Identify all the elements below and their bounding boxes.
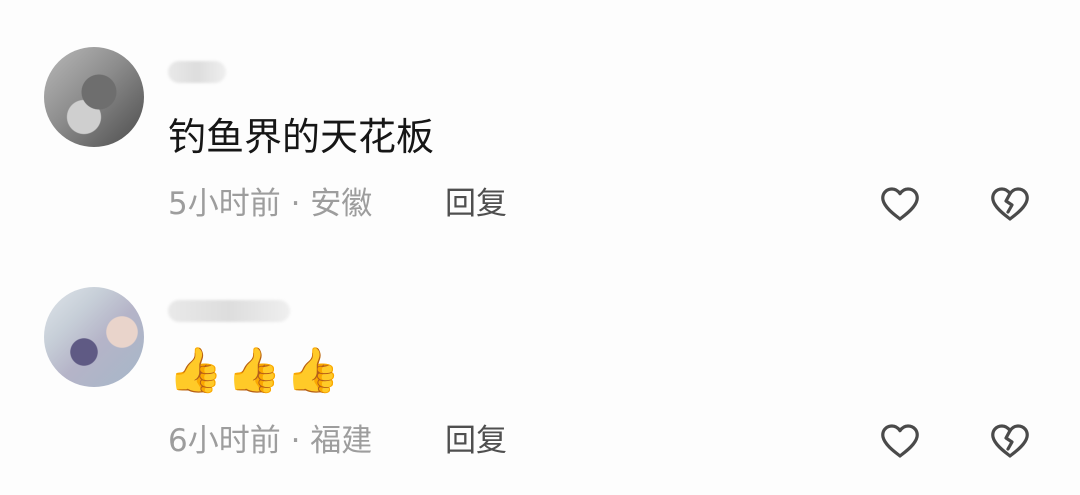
comment-item-2: 👍👍👍 6小时前 · 福建 回复 [0, 236, 1080, 459]
comment-text: 钓鱼界的天花板 [168, 115, 435, 159]
broken-heart-icon[interactable] [987, 418, 1033, 464]
avatar[interactable] [44, 287, 144, 387]
heart-icon[interactable] [877, 418, 923, 464]
comment-item-1: 钓鱼界的天花板 5小时前 · 安徽 回复 [0, 0, 1080, 222]
blurred-username [168, 61, 226, 83]
broken-heart-icon[interactable] [987, 181, 1033, 227]
comment-meta: 6小时前 · 福建 [168, 423, 373, 459]
comment-meta: 5小时前 · 安徽 [168, 186, 373, 222]
comment-emoji-text: 👍👍👍 [168, 345, 345, 396]
blurred-username [168, 300, 290, 322]
reply-button[interactable]: 回复 [445, 421, 507, 461]
reply-button[interactable]: 回复 [445, 184, 507, 224]
avatar[interactable] [44, 47, 144, 147]
heart-icon[interactable] [877, 181, 923, 227]
